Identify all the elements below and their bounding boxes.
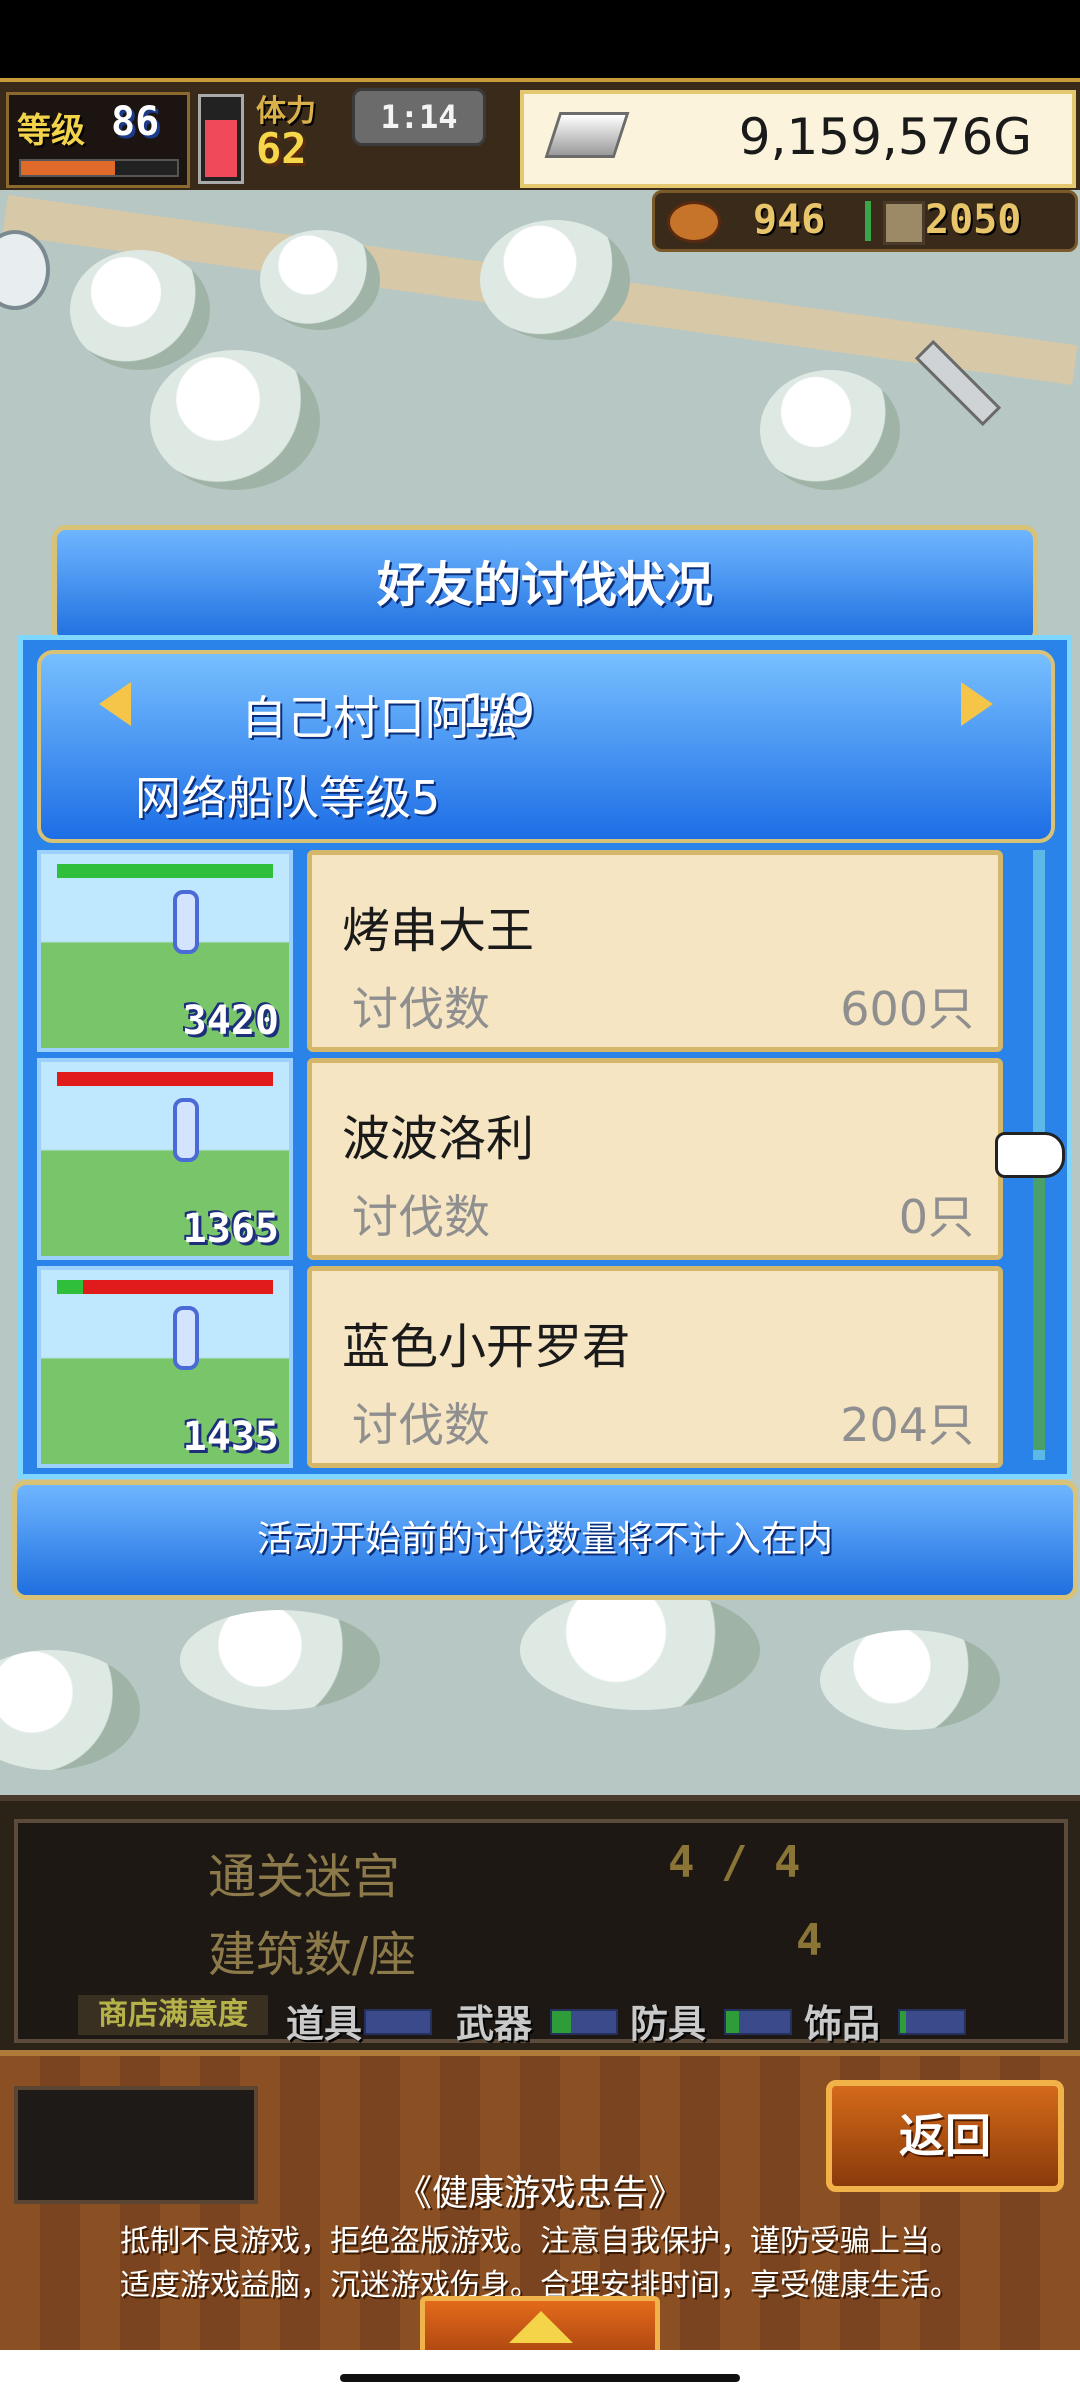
monster-score: 1435 (182, 1414, 279, 1460)
chat-bubble-icon[interactable] (0, 230, 50, 310)
monster-hp-fill (57, 1280, 83, 1294)
category-armor-fill (726, 2011, 739, 2033)
target-marker-icon (173, 1098, 199, 1162)
snow-tree (820, 1630, 1000, 1730)
friend-hunt-dialog: 自己村口阿强 1/9 网络船队等级5 3420 烤串大王 讨伐数 600只 13… (18, 635, 1072, 1479)
hunt-count-label: 讨伐数 (352, 1398, 490, 1452)
hunt-count-value: 204只 (840, 1398, 974, 1452)
stamina-meter (198, 94, 244, 184)
notice-text: 活动开始前的讨伐数量将不计入在内 (256, 1519, 833, 1560)
monster-name: 波波洛利 (342, 1111, 535, 1167)
monster-thumbnail: 3420 (37, 850, 293, 1052)
system-nav-area (0, 2350, 1080, 2400)
top-hud: 等级 86 体力 62 1:14 9,159,576G (0, 78, 1080, 194)
snow-tree (180, 1610, 380, 1710)
category-weapons-fill (552, 2011, 572, 2033)
hunt-count-value: 600只 (840, 982, 974, 1036)
snow-tree (520, 1590, 760, 1710)
snow-tree (480, 220, 630, 340)
monster-score: 3420 (182, 998, 279, 1044)
level-label: 等级 (17, 111, 85, 151)
monster-row[interactable]: 1365 波波洛利 讨伐数 0只 (37, 1058, 1017, 1260)
next-arrow-icon[interactable] (961, 682, 993, 726)
monster-hp-fill (57, 864, 273, 878)
category-items-bar (364, 2009, 432, 2035)
target-marker-icon (173, 890, 199, 954)
category-accessories-label: 饰品 (804, 2002, 881, 2046)
snow-tree (260, 230, 380, 330)
town-stats-inner: 通关迷宫 4 / 4 建筑数/座 4 商店满意度 道具 武器 防具 饰品 (14, 1819, 1068, 2046)
building-count-value: 4 (796, 1915, 823, 1966)
snow-tree (0, 1650, 140, 1770)
hunt-count-value: 0只 (898, 1190, 974, 1244)
pointing-hand-icon (995, 1132, 1065, 1178)
category-armor-bar (724, 2009, 792, 2035)
prev-arrow-icon[interactable] (99, 682, 131, 726)
resource-panel: 946 2050 (652, 190, 1078, 252)
meat-icon (667, 201, 721, 243)
monster-hp-bar (57, 864, 273, 878)
gold-value: 9,159,576G (738, 108, 1032, 166)
snow-tree (70, 250, 210, 370)
dialog-title-bar: 好友的讨伐状况 (52, 525, 1038, 645)
fleet-level: 网络船队等级5 (135, 771, 441, 825)
building-count-label: 建筑数/座 (208, 1927, 417, 1983)
target-marker-icon (173, 1306, 199, 1370)
stamina-meter-fill (205, 120, 237, 177)
monster-hp-bar (57, 1072, 273, 1086)
health-notice-title: 《健康游戏忠告》 (395, 2173, 684, 2214)
shop-satisfaction-label: 商店满意度 (78, 1995, 268, 2035)
monster-thumbnail: 1365 (37, 1058, 293, 1260)
notice-bar: 活动开始前的讨伐数量将不计入在内 (12, 1480, 1078, 1600)
dungeon-cleared-value: 4 / 4 (668, 1837, 801, 1888)
category-items-label: 道具 (286, 2002, 363, 2046)
meat-value: 946 (753, 197, 826, 243)
monster-name: 烤串大王 (342, 903, 535, 959)
resource-divider (865, 201, 871, 241)
category-armor-label: 防具 (630, 2002, 707, 2046)
level-progress-bar (19, 159, 179, 177)
category-accessories-fill (900, 2011, 907, 2033)
monster-thumbnail: 1435 (37, 1266, 293, 1468)
status-bar (0, 0, 1080, 78)
list-scrollbar-thumb[interactable] (1033, 1140, 1045, 1450)
town-stats-panel: 通关迷宫 4 / 4 建筑数/座 4 商店满意度 道具 武器 防具 饰品 (0, 1795, 1080, 2056)
health-notice-line: 抵制不良游戏，拒绝盗版游戏。注意自我保护，谨防受骗上当。 (120, 2224, 960, 2259)
gold-panel[interactable]: 9,159,576G (520, 90, 1076, 188)
monster-row[interactable]: 3420 烤串大王 讨伐数 600只 (37, 850, 1017, 1052)
monster-hp-bar (57, 1280, 273, 1294)
category-accessories-bar (898, 2009, 966, 2035)
snow-tree (150, 350, 320, 490)
dialog-title: 好友的讨伐状况 (376, 557, 713, 613)
ore-icon (883, 201, 925, 245)
dungeon-cleared-label: 通关迷宫 (208, 1849, 401, 1905)
friend-header: 自己村口阿强 1/9 网络船队等级5 (37, 650, 1055, 843)
hunt-count-label: 讨伐数 (352, 982, 490, 1036)
monster-card: 波波洛利 讨伐数 0只 (307, 1058, 1003, 1260)
bottom-bar: 返回 《健康游戏忠告》 抵制不良游戏，拒绝盗版游戏。注意自我保护，谨防受骗上当。… (0, 2050, 1080, 2364)
monster-score: 1365 (182, 1206, 279, 1252)
stamina-value: 62 (256, 124, 307, 173)
category-weapons-label: 武器 (456, 2002, 533, 2046)
ore-value: 2050 (925, 197, 1022, 243)
stamina-timer: 1:14 (352, 88, 486, 146)
friend-page-indicator: 1/9 (461, 684, 536, 738)
monster-card: 烤串大王 讨伐数 600只 (307, 850, 1003, 1052)
home-indicator[interactable] (340, 2374, 740, 2382)
category-weapons-bar (550, 2009, 618, 2035)
hunt-count-label: 讨伐数 (352, 1190, 490, 1244)
level-panel: 等级 86 (6, 92, 190, 188)
monster-card: 蓝色小开罗君 讨伐数 204只 (307, 1266, 1003, 1468)
monster-row[interactable]: 1435 蓝色小开罗君 讨伐数 204只 (37, 1266, 1017, 1468)
chevron-up-icon (509, 2311, 573, 2343)
silver-bar-icon (544, 112, 630, 158)
level-progress-fill (21, 161, 115, 175)
level-value: 86 (111, 99, 160, 145)
monster-name: 蓝色小开罗君 (342, 1319, 631, 1375)
snow-tree (760, 370, 900, 490)
